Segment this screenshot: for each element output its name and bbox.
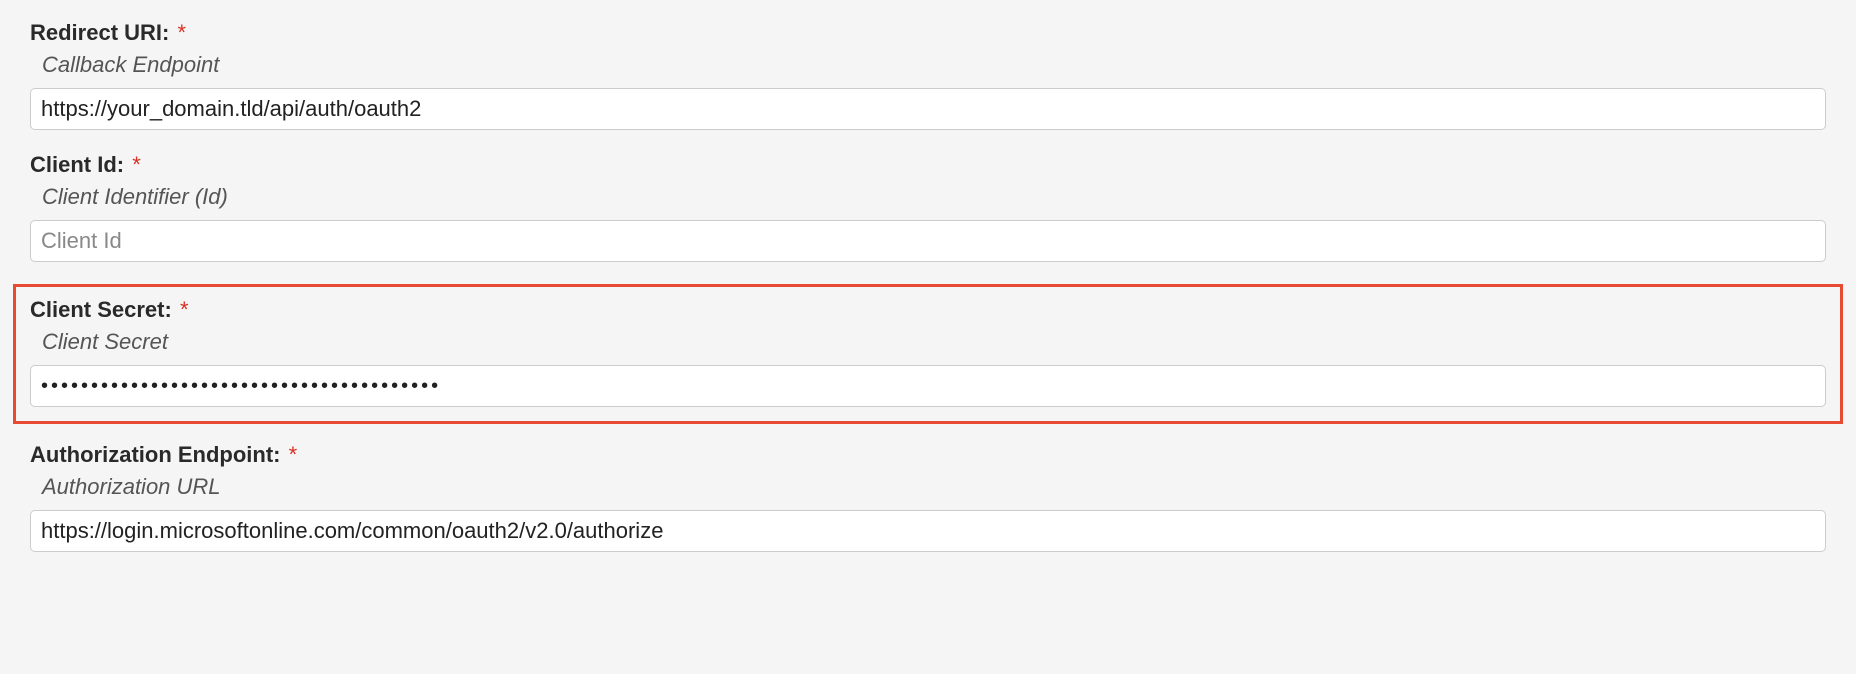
label-text: Redirect URI: bbox=[30, 20, 169, 45]
form-group-client-secret: Client Secret: * Client Secret bbox=[13, 284, 1843, 424]
description-auth-endpoint: Authorization URL bbox=[30, 474, 1826, 500]
description-client-id: Client Identifier (Id) bbox=[30, 184, 1826, 210]
auth-endpoint-input[interactable] bbox=[30, 510, 1826, 552]
form-group-redirect-uri: Redirect URI: * Callback Endpoint bbox=[30, 20, 1826, 130]
required-asterisk: * bbox=[180, 297, 189, 322]
label-client-secret: Client Secret: * bbox=[30, 297, 1826, 323]
required-asterisk: * bbox=[132, 152, 141, 177]
required-asterisk: * bbox=[289, 442, 298, 467]
label-client-id: Client Id: * bbox=[30, 152, 1826, 178]
label-auth-endpoint: Authorization Endpoint: * bbox=[30, 442, 1826, 468]
label-redirect-uri: Redirect URI: * bbox=[30, 20, 1826, 46]
client-id-input[interactable] bbox=[30, 220, 1826, 262]
form-group-auth-endpoint: Authorization Endpoint: * Authorization … bbox=[30, 442, 1826, 552]
required-asterisk: * bbox=[177, 20, 186, 45]
redirect-uri-input[interactable] bbox=[30, 88, 1826, 130]
client-secret-input[interactable] bbox=[30, 365, 1826, 407]
label-text: Client Secret: bbox=[30, 297, 172, 322]
description-client-secret: Client Secret bbox=[30, 329, 1826, 355]
label-text: Client Id: bbox=[30, 152, 124, 177]
description-redirect-uri: Callback Endpoint bbox=[30, 52, 1826, 78]
label-text: Authorization Endpoint: bbox=[30, 442, 281, 467]
form-group-client-id: Client Id: * Client Identifier (Id) bbox=[30, 152, 1826, 262]
